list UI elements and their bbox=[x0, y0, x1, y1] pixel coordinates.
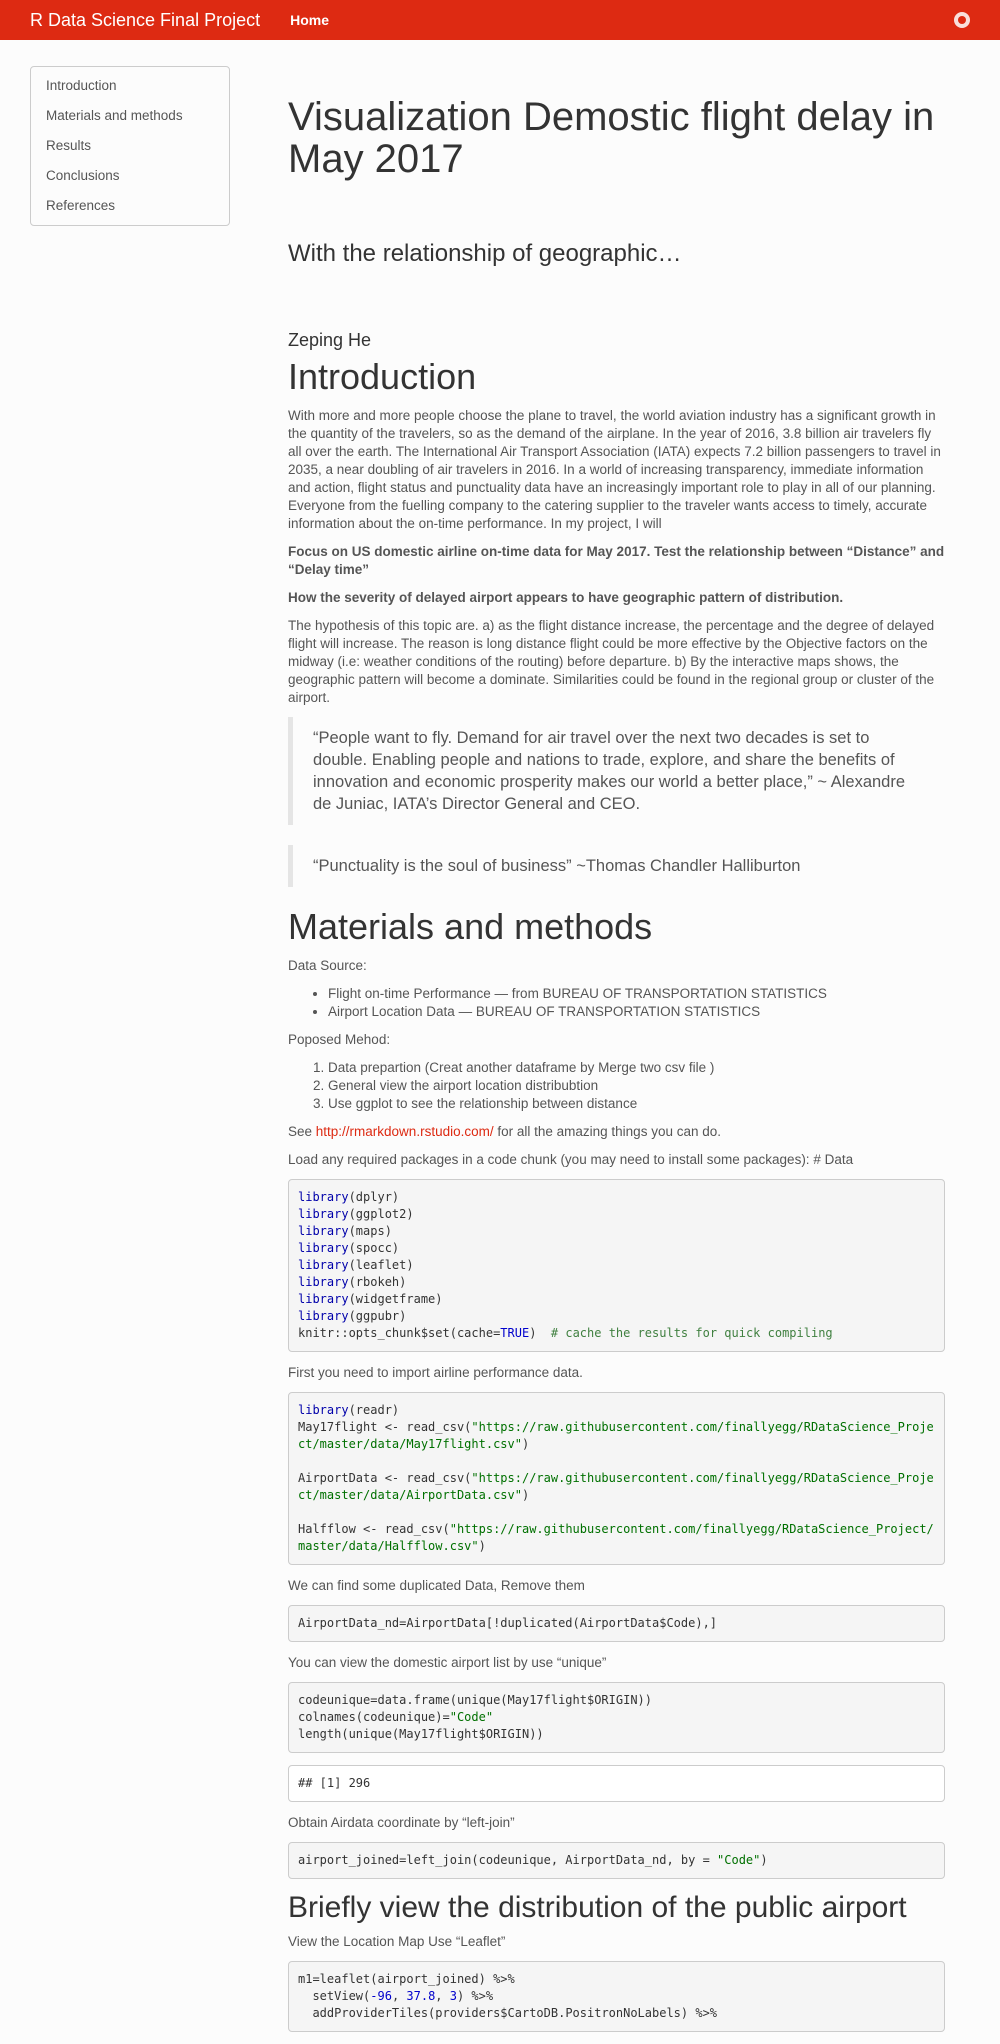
rmarkdown-link[interactable]: http://rmarkdown.rstudio.com/ bbox=[316, 1124, 494, 1139]
list-item: Use ggplot to see the relationship betwe… bbox=[328, 1095, 945, 1113]
code-number: 3 bbox=[449, 1989, 457, 2003]
quote-punctuality: “Punctuality is the soul of business” ~T… bbox=[288, 845, 945, 887]
code-text: ) bbox=[760, 1853, 768, 1867]
code-text: ) bbox=[521, 1488, 530, 1502]
code-text: ) bbox=[521, 1437, 530, 1451]
hypothesis-paragraph: The hypothesis of this topic are. a) as … bbox=[288, 618, 935, 705]
code-string: "Code" bbox=[449, 1710, 494, 1724]
code-text: (readr) bbox=[348, 1403, 400, 1417]
code-block-join: airport_joined=left_join(codeunique, Air… bbox=[288, 1842, 945, 1879]
code-text: AirportData_nd=AirportData[!duplicated(A… bbox=[298, 1616, 718, 1630]
brand-link[interactable]: R Data Science Final Project bbox=[30, 10, 260, 31]
code-text: ) %>% bbox=[456, 1989, 494, 2003]
nav-home-link[interactable]: Home bbox=[290, 12, 329, 28]
code-string: "Code" bbox=[717, 1853, 761, 1867]
toc-item-introduction[interactable]: Introduction bbox=[31, 71, 229, 101]
code-block-unique: codeunique=data.frame(unique(May17flight… bbox=[288, 1682, 945, 1753]
code-number: 37.8 bbox=[406, 1989, 436, 2003]
page-subtitle: With the relationship of geographic… bbox=[288, 240, 682, 267]
code-text: m1=leaflet(airport_joined) %>% bbox=[298, 1972, 515, 1986]
code-number: -96 bbox=[370, 1989, 392, 2003]
code-text: May17flight <- read_csv( bbox=[298, 1420, 472, 1434]
page-title: Visualization Demostic flight delay in M… bbox=[288, 95, 935, 181]
code-keyword: library bbox=[298, 1241, 349, 1255]
table-of-contents: Introduction Materials and methods Resul… bbox=[30, 66, 230, 226]
code-keyword: library bbox=[298, 1275, 349, 1289]
list-item: General view the airport location distri… bbox=[328, 1077, 945, 1095]
intro-focus-2: How the severity of delayed airport appe… bbox=[288, 590, 844, 605]
main-content: Visualization Demostic flight delay in M… bbox=[288, 96, 945, 2044]
toc-item-references[interactable]: References bbox=[31, 191, 229, 221]
code-text: codeunique=data.frame(unique(May17flight… bbox=[298, 1693, 653, 1707]
code-text: (widgetframe) bbox=[348, 1292, 443, 1306]
heading-introduction: Introduction bbox=[288, 356, 477, 397]
navbar: R Data Science Final Project Home bbox=[0, 0, 1000, 40]
code-text: , bbox=[391, 1989, 407, 2003]
import-text: First you need to import airline perform… bbox=[288, 1365, 583, 1380]
heading-materials: Materials and methods bbox=[288, 906, 653, 947]
output-text: ## [1] 296 bbox=[298, 1776, 371, 1790]
code-text: (spocc) bbox=[348, 1241, 400, 1255]
code-text: (ggpubr) bbox=[348, 1309, 407, 1323]
code-keyword: library bbox=[298, 1292, 349, 1306]
see-paragraph: See http://rmarkdown.rstudio.com/ for al… bbox=[288, 1123, 945, 1141]
leaflet-text: View the Location Map Use “Leaflet” bbox=[288, 1934, 506, 1949]
list-item: Flight on-time Performance — from BUREAU… bbox=[328, 985, 945, 1003]
code-text: length(unique(May17flight$ORIGIN)) bbox=[298, 1727, 544, 1741]
join-text: Obtain Airdata coordinate by “left-join” bbox=[288, 1815, 515, 1830]
duplicate-text: We can find some duplicated Data, Remove… bbox=[288, 1578, 585, 1593]
code-output: ## [1] 296 bbox=[288, 1765, 945, 1802]
code-text: ) bbox=[529, 1326, 551, 1340]
see-prefix: See bbox=[288, 1124, 316, 1139]
method-steps: Data prepartion (Creat another dataframe… bbox=[288, 1059, 945, 1113]
quote-iata: “People want to fly. Demand for air trav… bbox=[288, 717, 945, 825]
code-text: (ggplot2) bbox=[348, 1207, 414, 1221]
code-text: knitr::opts_chunk$set(cache= bbox=[298, 1326, 501, 1340]
code-text: setView( bbox=[298, 1989, 371, 2003]
code-keyword: library bbox=[298, 1403, 349, 1417]
code-block-import: library(readr) May17flight <- read_csv("h… bbox=[288, 1392, 945, 1565]
see-suffix: for all the amazing things you can do. bbox=[493, 1124, 721, 1139]
code-text: (dplyr) bbox=[348, 1190, 400, 1204]
method-label: Poposed Mehod: bbox=[288, 1032, 391, 1047]
code-text: AirportData <- read_csv( bbox=[298, 1471, 472, 1485]
code-keyword: library bbox=[298, 1207, 349, 1221]
code-text: , bbox=[435, 1989, 450, 2003]
code-text: ) bbox=[478, 1539, 486, 1553]
toc-item-materials[interactable]: Materials and methods bbox=[31, 101, 229, 131]
heading-briefly: Briefly view the distribution of the pub… bbox=[288, 1891, 907, 1924]
toc-item-results[interactable]: Results bbox=[31, 131, 229, 161]
load-packages-text: Load any required packages in a code chu… bbox=[288, 1152, 854, 1167]
code-text: (rbokeh) bbox=[348, 1275, 407, 1289]
code-text: airport_joined=left_join(codeunique, Air… bbox=[298, 1853, 718, 1867]
list-item: Airport Location Data — BUREAU OF TRANSP… bbox=[328, 1003, 945, 1021]
list-item: Data prepartion (Creat another dataframe… bbox=[328, 1059, 945, 1077]
code-block-dedup: AirportData_nd=AirportData[!duplicated(A… bbox=[288, 1605, 945, 1642]
code-text: (leaflet) bbox=[348, 1258, 414, 1272]
code-keyword: library bbox=[298, 1309, 349, 1323]
toc-item-conclusions[interactable]: Conclusions bbox=[31, 161, 229, 191]
code-block-leaflet: m1=leaflet(airport_joined) %>% setView(-… bbox=[288, 1961, 945, 2032]
code-keyword: library bbox=[298, 1224, 349, 1238]
data-source-list: Flight on-time Performance — from BUREAU… bbox=[288, 985, 945, 1021]
code-constant: TRUE bbox=[500, 1326, 530, 1340]
code-text: colnames(codeunique)= bbox=[298, 1710, 450, 1724]
code-text: addProviderTiles(providers$CartoDB.Posit… bbox=[298, 2006, 718, 2020]
code-keyword: library bbox=[298, 1190, 349, 1204]
code-block-libraries: library(dplyr) library(ggplot2) library(ma… bbox=[288, 1179, 945, 1352]
intro-paragraph: With more and more people choose the pla… bbox=[288, 408, 941, 531]
github-icon[interactable] bbox=[954, 12, 970, 28]
data-source-label: Data Source: bbox=[288, 958, 367, 973]
unique-text: You can view the domestic airport list b… bbox=[288, 1655, 607, 1670]
intro-focus-1: Focus on US domestic airline on-time dat… bbox=[288, 544, 945, 577]
author: Zeping He bbox=[288, 330, 372, 350]
code-keyword: library bbox=[298, 1258, 349, 1272]
code-comment: # cache the results for quick compiling bbox=[550, 1326, 833, 1340]
code-text: Halfflow <- read_csv( bbox=[298, 1522, 450, 1536]
code-text: (maps) bbox=[348, 1224, 392, 1238]
